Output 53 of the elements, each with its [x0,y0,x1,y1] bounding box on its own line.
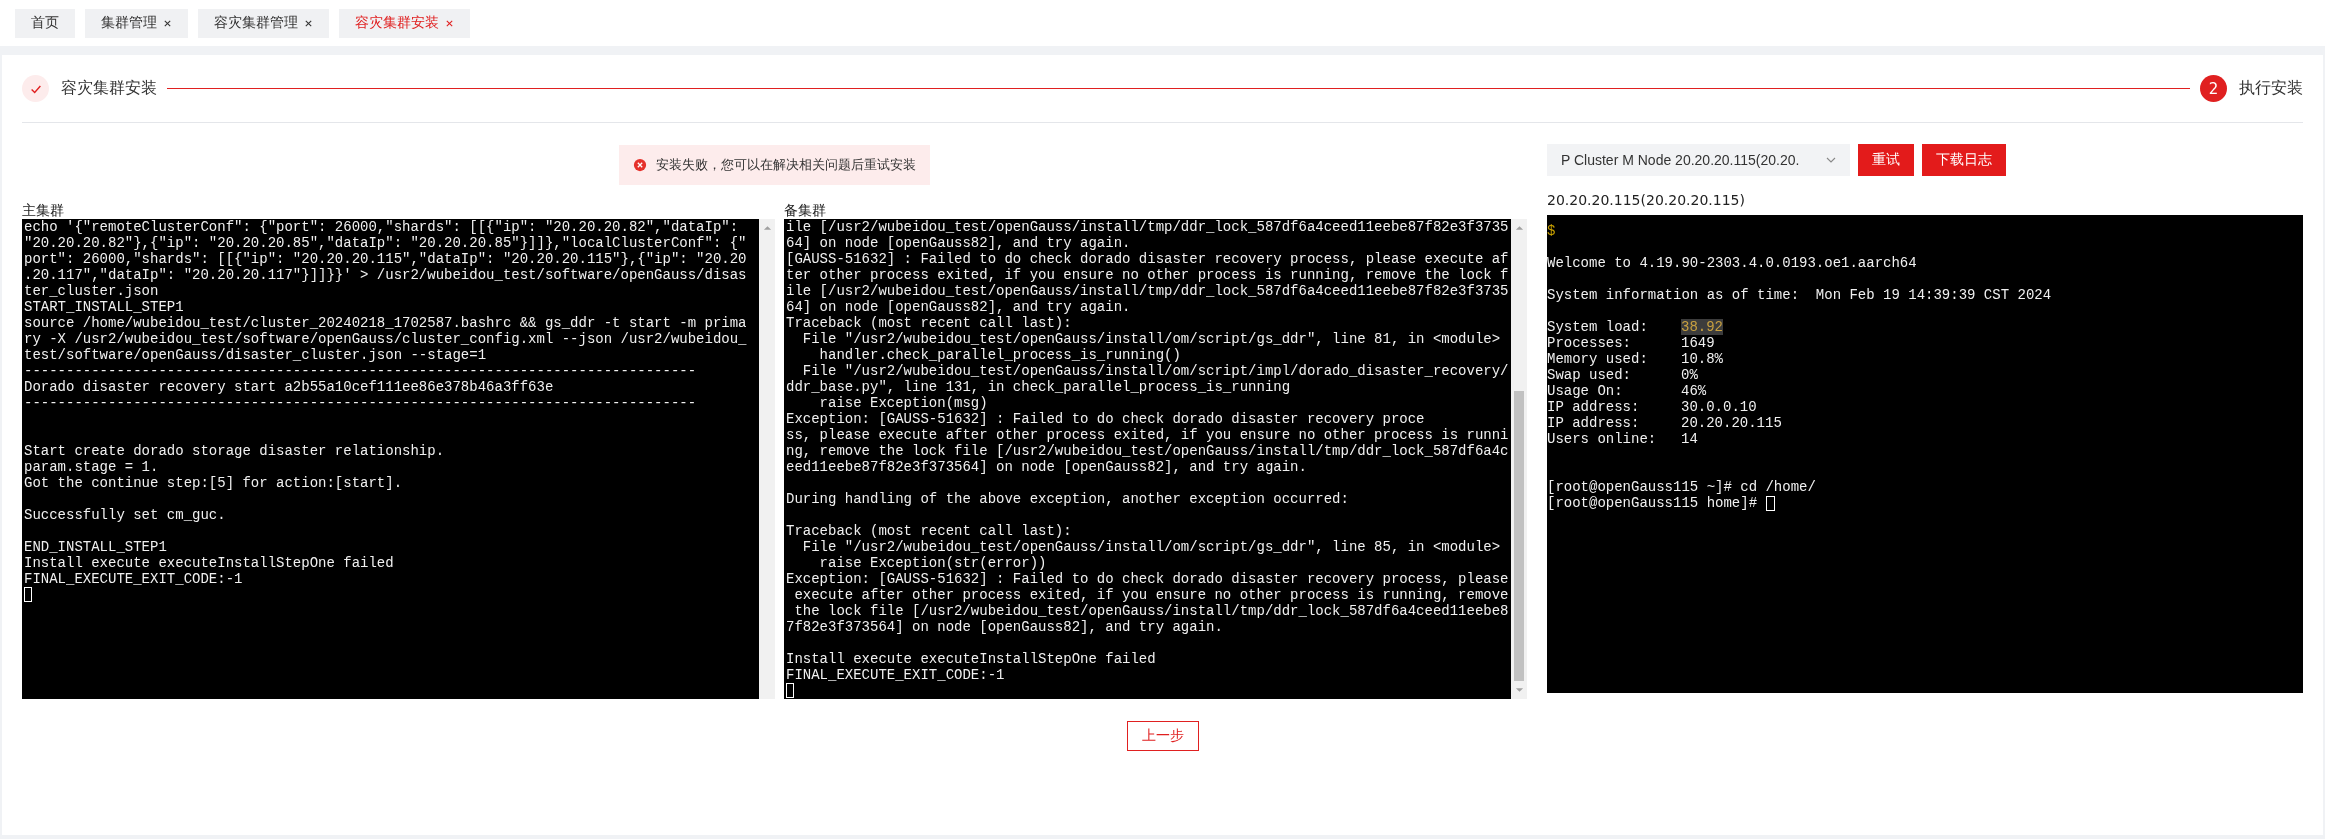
stat-value: 1649 [1681,335,1715,351]
stat-value: 38.92 [1681,319,1723,335]
page-tab[interactable]: 首页 [15,8,75,38]
terminal[interactable] [22,219,759,699]
scroll-down-icon[interactable] [1514,687,1524,693]
terminal-label: 20.20.20.115(20.20.20.115) [1547,191,1746,209]
step-done-icon [22,75,49,102]
stat-label: Swap used: [1547,367,1632,383]
cursor-icon [1766,495,1776,511]
page-tab[interactable]: 容灾集群安装 [339,8,470,38]
stat-value: 10.8% [1681,351,1723,367]
action-button[interactable]: 下载日志 [1922,144,2006,176]
stat-label: Usage On: [1547,383,1624,399]
stat-label: IP address: [1547,415,1641,431]
action-button[interactable]: 重试 [1858,144,1914,176]
error-icon [633,158,647,172]
stat-value: 30.0.0.10 [1681,399,1757,415]
page-tab[interactable]: 容灾集群管理 [198,8,329,38]
step-title: 执行安装 [2239,78,2303,99]
stat-value: 14 [1681,431,1698,447]
close-icon[interactable] [304,18,313,28]
terminal-output: ile [/usr2/wubeidou_test/openGauss/install/tmp/ddr_lock_587df6a4ceed11eebe87f82e3f3735 64] on node [openGauss82], and try again. [GAUSS-51632] : Failed to do check dorado disaster recovery process, please execute af ter other process exited, if you ensure no other process is running, remove the lock f ile [/usr2/wubeidou_test/openGauss/install/tmp/ddr_lock_587df6a4ceed11eebe87f82e3f3735 64] on node [openGauss82], and try again. Traceback (most recent call last): File "/usr2/wubeidou_test/openGauss/install/om/script/gs_ddr", line 81, in <module> handler.check_parallel_process_is_running() File "/usr2/wubeidou_test/openGauss/install/om/script/impl/dorado_disaster_recovery/ ddr_base.py", line 131, in check_parallel_process_is_running raise Exception(msg) Exception: [GAUSS-51632] : Failed to do check dorado disaster recovery proce ss, please execute after other process exited, if you ensure no other process is runni ng, remove the lock file [/usr2/wubeidou_test/openGauss/install/tmp/ddr_lock_587df6a4c eed11eebe87f82e3f373564] on node [openGauss82], and try again. During handling of the above exception, another exception occurred: Traceback (most recent call last): File "/usr2/wubeidou_test/openGauss/install/om/script/gs_ddr", line 85, in <module> raise Exception(str(error)) Exception: [GAUSS-51632] : Failed to do check dorado disaster recovery process, please execute after other process exited, if you ensure no other process is running, remove the lock file [/usr2/wubeidou_test/openGauss/install/tmp/ddr_lock_587df6a4ceed11eebe8 7f82e3f373564] on node [openGauss82], and try again. Install execute executeInstallStepOne failed FINAL_EXECUTE_EXIT_CODE:-1 [786,219,1510,683]
stat-value: 0% [1681,367,1698,383]
stat-label: Memory used: [1547,351,1649,367]
close-icon[interactable] [445,18,454,28]
stat-value: 46% [1681,383,1707,399]
alert-message: 安装失败，您可以在解决相关问题后重试安装 [656,156,916,174]
scrollbar[interactable] [759,219,775,699]
terminal-line: [root@openGauss115 home]# [1547,495,1758,511]
stat-value: 20.20.20.115 [1681,415,1782,431]
stat-label: Users online: [1547,431,1658,447]
terminal-output: echo '{"remoteClusterConf": {"port": 26000,"shards": [[{"ip": "20.20.20.82","dataIp": "20.20.20.82"},{"ip": "20.20.20.85","dataIp": "20.20.20.85"}]]},"localClusterConf": {" port": 26000,"shards": [[{"ip": "20.20.20.115","dataIp": "20.20.20.115"},{"ip": "20.20 .20.117","dataIp": "20.20.20.117"}]]}}' > /usr2/wubeidou_test/software/openGauss/disas ter_cluster.json START_INSTALL_STEP1 source /home/wubeidou_test/cluster_20240218_1702587.bashrc && gs_ddr -t start -m prima ry -X /usr2/wubeidou_test/software/openGauss/cluster_config.xml --json /usr2/wubeidou_ test/software/openGauss/disaster_cluster.json --stage=1 -------------------------------------------------------------------------------- Dorado disaster recovery start a2b55a10cef111ee86e378b46a3ff63e -------------------------------------------------------------------------------- Start create dorado storage disaster relationship. param.stage = 1. Got the continue step:[5] for action:[start]. Successfully set cm_guc. END_INSTALL_STEP1 Install execute executeInstallStepOne failed FINAL_EXECUTE_EXIT_CODE:-1 [24,219,748,587]
prompt-symbol: $ [1547,223,1557,239]
scroll-up-icon[interactable] [762,225,772,231]
node-select[interactable]: P Cluster M Node 20.20.20.115(20.20. [1547,144,1850,176]
back-button[interactable]: 上一步 [1126,721,1199,751]
stat-label: Processes: [1547,335,1632,351]
page-tab[interactable]: 集群管理 [85,8,188,38]
stat-label: IP address: [1547,399,1641,415]
step-title: 容灾集群安装 [61,78,157,99]
terminal-label: 备集群 [784,201,827,219]
terminal-line: [root@openGauss115 ~]# cd /home/ [1547,479,1816,495]
scrollbar[interactable] [1511,219,1527,699]
terminal-label: 主集群 [22,201,65,219]
step-number: 2 [2200,75,2227,102]
terminal-line: Welcome to 4.19.90-2303.4.0.0193.oe1.aarch64 [1547,255,1918,271]
stat-label: System load: [1547,319,1649,335]
cursor-icon [786,683,794,698]
cursor-icon [24,587,32,602]
chevron-down-icon [1826,157,1836,163]
close-icon[interactable] [163,18,172,28]
scroll-up-icon[interactable] [1514,225,1524,231]
terminal-line: System information as of time: Mon Feb 19 14:39:39 CST 2024 [1547,287,2053,303]
